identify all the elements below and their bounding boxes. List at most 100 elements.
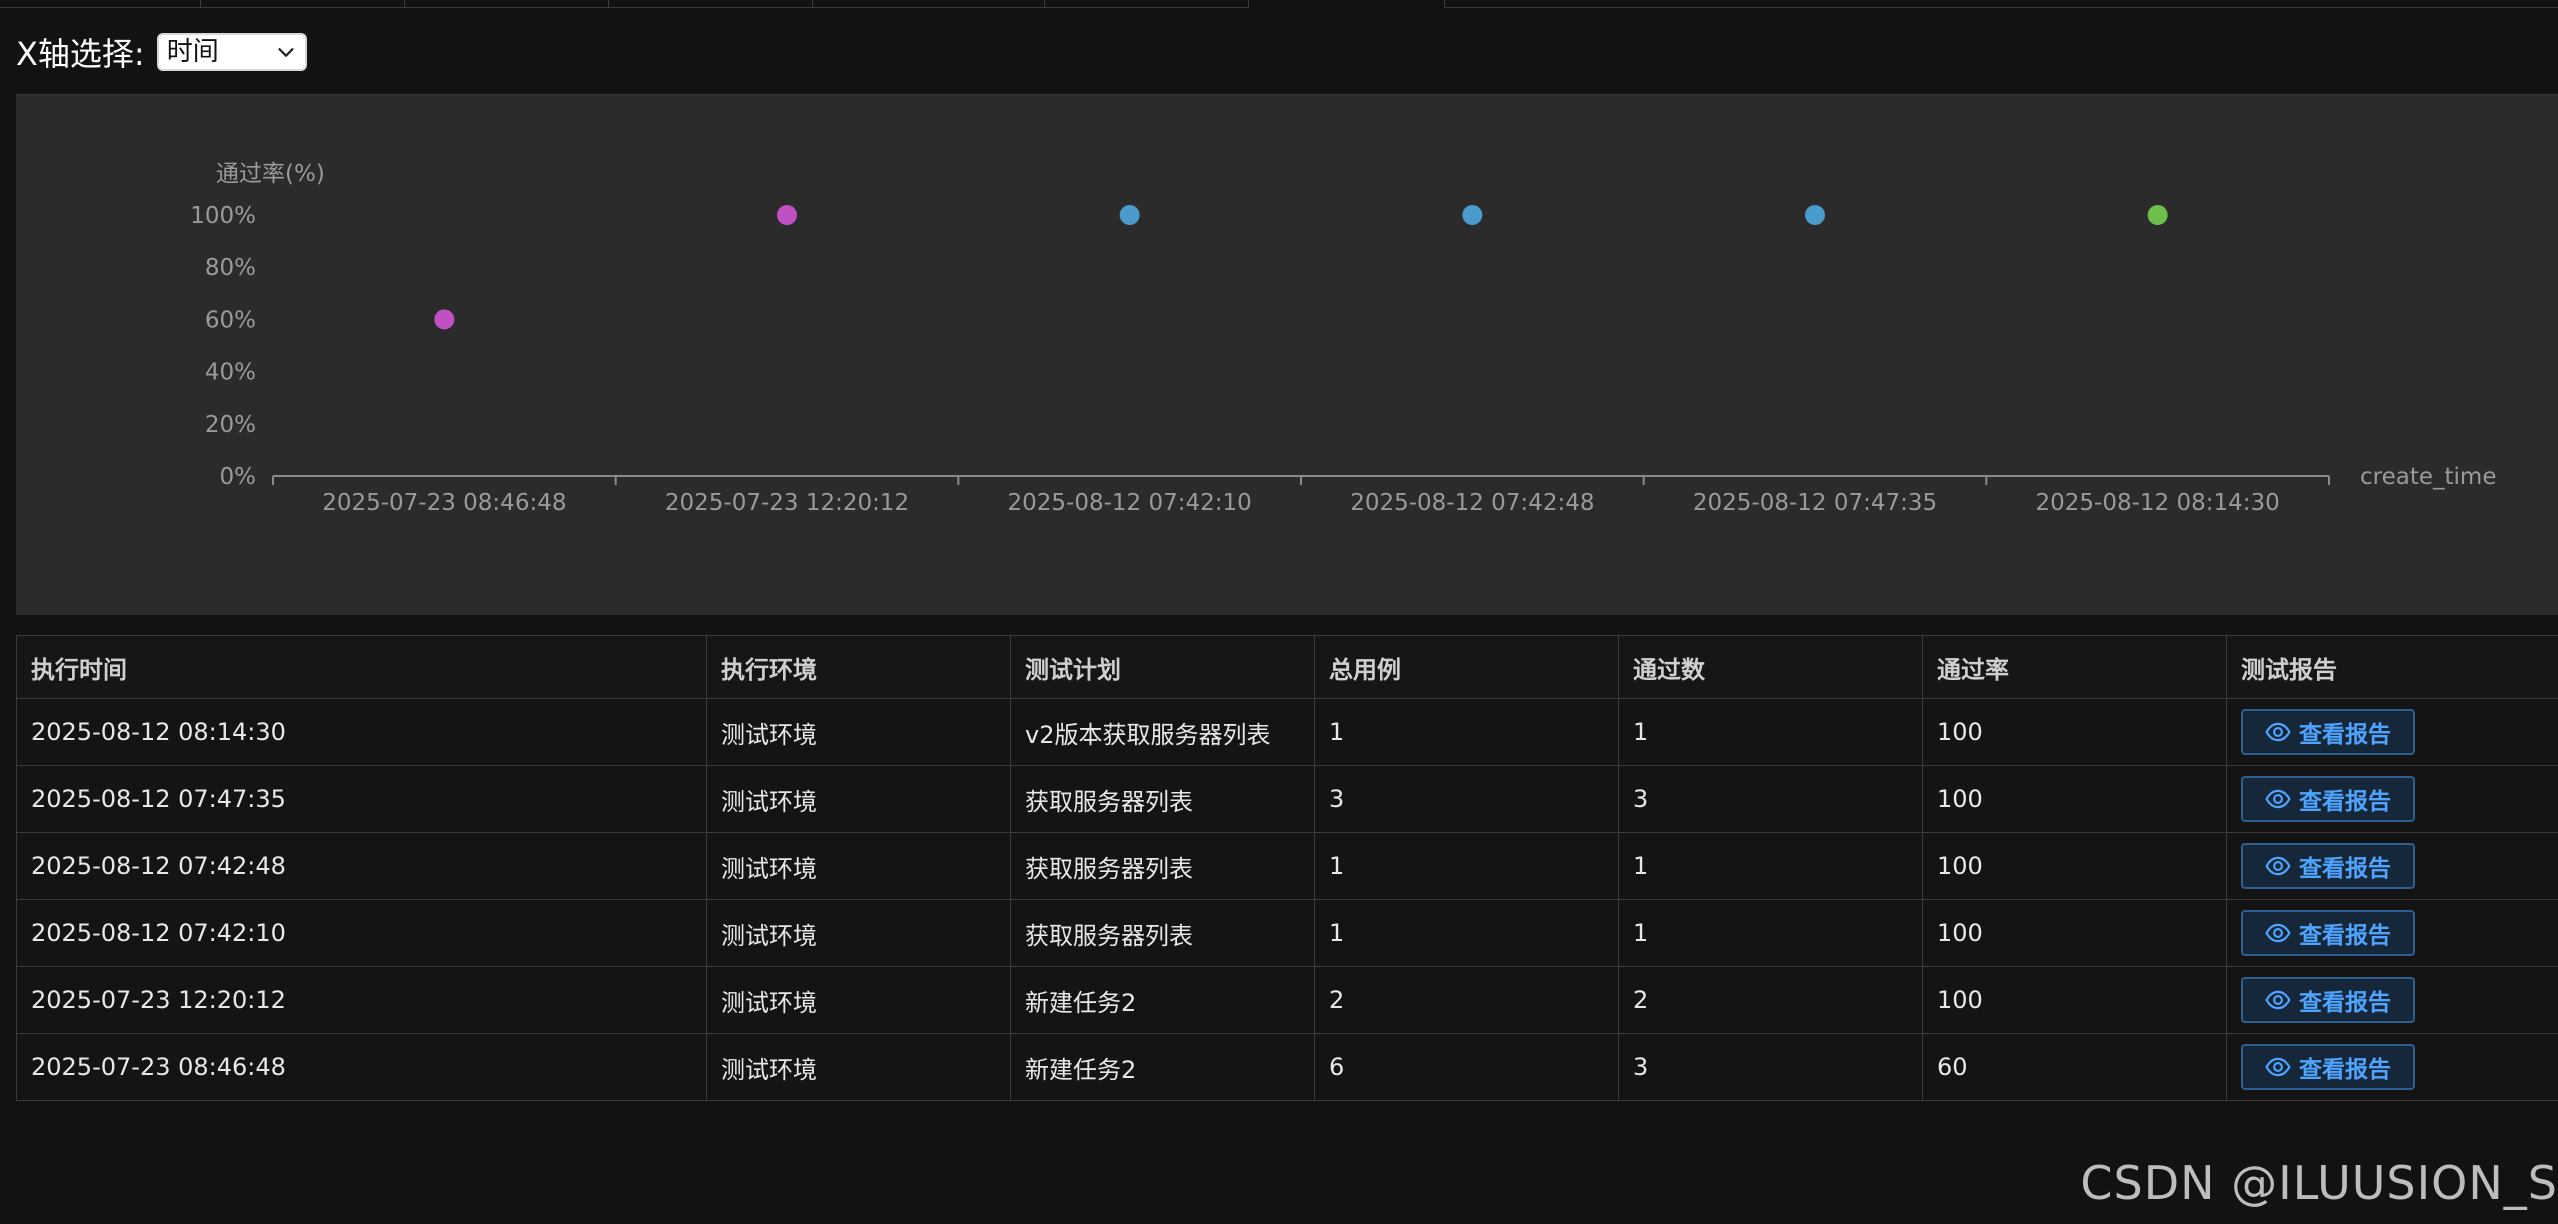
table-row: 2025-08-12 08:14:30 测试环境 v2版本获取服务器列表 1 1 100 查…: [16, 698, 2558, 766]
table-cell: 100: [1922, 832, 2227, 900]
table-cell: 2: [1618, 966, 1923, 1034]
results-table-wrap: 执行时间 执行环境 测试计划 总用例 通过数 通过率 测试报告 2025-08-12 08:…: [16, 635, 2558, 1101]
x-tick-label: 2025-08-12 07:42:48: [1350, 490, 1594, 516]
eye-icon: [2265, 1057, 2291, 1077]
view-report-button[interactable]: 查看报告: [2241, 910, 2415, 956]
table-cell: 测试环境: [706, 765, 1011, 833]
table-cell: 获取服务器列表: [1010, 899, 1315, 967]
scatter-point: [777, 205, 797, 225]
view-report-button[interactable]: 查看报告: [2241, 977, 2415, 1023]
table-row: 2025-07-23 12:20:12 测试环境 新建任务2 2 2 100 查看报告: [16, 966, 2558, 1034]
chevron-down-icon: [278, 48, 294, 57]
eye-icon: [2265, 722, 2291, 742]
table-cell: 100: [1922, 966, 2227, 1034]
view-report-button[interactable]: 查看报告: [2241, 1044, 2415, 1090]
watermark: CSDN @ILUUSION_S: [2080, 1156, 2558, 1210]
results-table: 执行时间 执行环境 测试计划 总用例 通过数 通过率 测试报告 2025-08-12 08:…: [16, 635, 2558, 1101]
table-cell: 1: [1618, 698, 1923, 766]
table-header-cell: 总用例: [1314, 635, 1619, 699]
pass-rate-chart-panel: 通过率(%) 0% 20% 40% 60% 80% 100% 2025-07-23 08:46…: [16, 94, 2558, 615]
table-row: 2025-08-12 07:47:35 测试环境 获取服务器列表 3 3 100 查看报告: [16, 765, 2558, 833]
table-cell: 3: [1314, 765, 1619, 833]
top-tab-segment[interactable]: [404, 0, 609, 8]
table-cell-report: 查看报告: [2226, 832, 2558, 900]
table-cell: 1: [1618, 832, 1923, 900]
table-cell: 2025-07-23 12:20:12: [16, 966, 707, 1034]
top-tab-segment[interactable]: [0, 0, 201, 8]
view-report-label: 查看报告: [2299, 721, 2391, 747]
table-cell: 100: [1922, 698, 2227, 766]
table-cell-report: 查看报告: [2226, 1033, 2558, 1101]
table-cell: 2025-08-12 07:42:10: [16, 899, 707, 967]
y-tick-label: 0%: [220, 464, 257, 490]
x-tick-label: 2025-08-12 07:42:10: [1008, 490, 1252, 516]
table-cell: 2025-08-12 07:47:35: [16, 765, 707, 833]
table-cell: v2版本获取服务器列表: [1010, 698, 1315, 766]
table-cell: 测试环境: [706, 899, 1011, 967]
table-header-cell: 通过率: [1922, 635, 2227, 699]
table-cell-report: 查看报告: [2226, 765, 2558, 833]
y-tick-label: 20%: [205, 412, 256, 438]
view-report-button[interactable]: 查看报告: [2241, 776, 2415, 822]
scatter-point: [2147, 205, 2168, 225]
table-cell: 新建任务2: [1010, 1033, 1315, 1101]
table-cell: 2025-08-12 07:42:48: [16, 832, 707, 900]
view-report-label: 查看报告: [2299, 788, 2391, 814]
table-cell-report: 查看报告: [2226, 698, 2558, 766]
eye-icon: [2265, 789, 2291, 809]
table-body: 2025-08-12 08:14:30 测试环境 v2版本获取服务器列表 1 1 100 查…: [16, 698, 2558, 1101]
table-cell: 1: [1314, 832, 1619, 900]
top-tab-strip: [0, 0, 2558, 8]
x-tick-label: 2025-07-23 08:46:48: [322, 490, 566, 516]
view-report-button[interactable]: 查看报告: [2241, 843, 2415, 889]
table-cell: 100: [1922, 765, 2227, 833]
xaxis-selector-row: X轴选择: 时间: [16, 30, 307, 74]
table-cell: 测试环境: [706, 832, 1011, 900]
y-tick-label: 60%: [205, 307, 256, 333]
table-header-cell: 执行环境: [706, 635, 1011, 699]
table-header-cell: 执行时间: [16, 635, 707, 699]
top-tab-segment[interactable]: [1444, 0, 2558, 8]
view-report-label: 查看报告: [2299, 989, 2391, 1015]
eye-icon: [2265, 923, 2291, 943]
table-cell: 100: [1922, 899, 2227, 967]
top-tab-segment[interactable]: [1044, 0, 1249, 8]
view-report-label: 查看报告: [2299, 922, 2391, 948]
table-cell: 2: [1314, 966, 1619, 1034]
table-cell-report: 查看报告: [2226, 899, 2558, 967]
x-tick-label: 2025-07-23 12:20:12: [665, 490, 909, 516]
table-header-row: 执行时间 执行环境 测试计划 总用例 通过数 通过率 测试报告: [16, 635, 2558, 699]
table-cell: 3: [1618, 1033, 1923, 1101]
eye-icon: [2265, 990, 2291, 1010]
table-cell: 2025-07-23 08:46:48: [16, 1033, 707, 1101]
table-cell: 测试环境: [706, 1033, 1011, 1101]
y-tick-label: 100%: [190, 203, 256, 229]
table-header-cell: 测试报告: [2226, 635, 2558, 699]
y-tick-label: 80%: [205, 255, 256, 281]
table-header-cell: 通过数: [1618, 635, 1923, 699]
table-cell: 1: [1314, 698, 1619, 766]
table-cell: 测试环境: [706, 698, 1011, 766]
table-cell: 60: [1922, 1033, 2227, 1101]
table-cell: 6: [1314, 1033, 1619, 1101]
table-cell-report: 查看报告: [2226, 966, 2558, 1034]
scatter-point: [1119, 205, 1140, 225]
y-axis-title: 通过率(%): [216, 161, 325, 187]
table-row: 2025-08-12 07:42:10 测试环境 获取服务器列表 1 1 100 查看报告: [16, 899, 2558, 967]
eye-icon: [2265, 856, 2291, 876]
table-row: 2025-08-12 07:42:48 测试环境 获取服务器列表 1 1 100 查看报告: [16, 832, 2558, 900]
table-cell: 获取服务器列表: [1010, 765, 1315, 833]
top-tab-segment[interactable]: [200, 0, 405, 8]
y-tick-label: 40%: [205, 360, 256, 386]
view-report-label: 查看报告: [2299, 855, 2391, 881]
x-tick-label: 2025-08-12 08:14:30: [2036, 490, 2280, 516]
xaxis-select[interactable]: 时间: [156, 33, 307, 71]
view-report-button[interactable]: 查看报告: [2241, 709, 2415, 755]
page-root: X轴选择: 时间 通过率(%) 0% 20% 40% 60% 80% 100% 2025-07…: [0, 0, 2558, 1224]
top-tab-segment[interactable]: [608, 0, 813, 8]
xaxis-label: X轴选择:: [16, 35, 145, 73]
table-cell: 新建任务2: [1010, 966, 1315, 1034]
scatter-point: [434, 309, 455, 330]
top-tab-segment[interactable]: [812, 0, 1045, 8]
x-tick-label: 2025-08-12 07:47:35: [1693, 490, 1937, 516]
